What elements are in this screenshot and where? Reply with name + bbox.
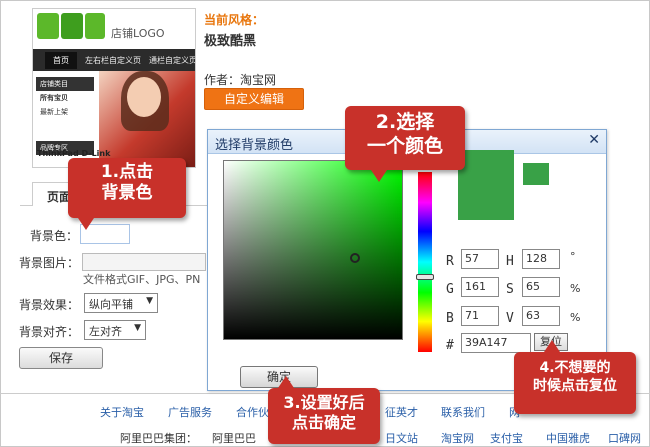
callout-tail [544, 340, 560, 352]
footer-link[interactable]: 淘宝网 [441, 430, 474, 446]
footer-link[interactable]: 关于淘宝 [100, 404, 144, 420]
current-style-label: 当前风格： [204, 13, 265, 27]
callout-4-line-2: 时候点击复位 [533, 377, 617, 394]
v-label: V [506, 311, 514, 326]
h-label: H [506, 254, 514, 269]
callout-tail [371, 170, 387, 182]
saturation-value-area[interactable] [223, 160, 403, 340]
preview-nav-item: 通栏自定义页 [149, 55, 196, 65]
preview-model-photo [99, 71, 195, 167]
preview-sidebar-header: 店铺类目 [36, 77, 94, 91]
footer-link[interactable]: 阿里巴巴 [212, 430, 256, 446]
preview-nav: 首页 左右栏自定义页 通栏自定义页 [33, 49, 196, 71]
save-button[interactable]: 保存 [19, 347, 103, 369]
hex-input[interactable]: 39A147 [461, 333, 531, 353]
s-label: S [506, 282, 514, 297]
callout-2-line-2: 一个颜色 [366, 134, 443, 157]
bg-effect-value: 纵向平铺 [89, 298, 133, 311]
footer-link[interactable]: 中国雅虎 [546, 430, 590, 446]
theme-preview-thumbnail: 店铺LOGO 首页 左右栏自定义页 通栏自定义页 店铺类目 所有宝贝 最新上架 … [32, 8, 196, 168]
bg-effect-label: 背景效果： [19, 298, 80, 312]
footer-group-label: 阿里巴巴集团： [120, 432, 197, 445]
bg-align-label: 背景对齐： [19, 325, 80, 339]
footer-link[interactable]: 支付宝 [490, 430, 523, 446]
callout-step-1: 1.点击 背景色 [68, 158, 186, 230]
callout-2-line-1: 2.选择 [375, 111, 435, 133]
hue-slider-handle[interactable] [416, 274, 434, 280]
footer-link[interactable]: 口碑网 [608, 430, 641, 446]
callout-step-2: 2.选择 一个颜色 [345, 106, 465, 182]
preview-sidebar-item: 最新上架 [40, 108, 68, 116]
footer-link[interactable]: 合作伙 [236, 404, 269, 420]
callout-3-line-1: 3.设置好后 [283, 393, 365, 412]
file-format-note: 文件格式GIF、JPG、PN [83, 273, 201, 286]
bg-image-label: 背景图片： [19, 256, 80, 270]
callout-step-4: 4.不想要的 时候点击复位 [514, 340, 636, 414]
hue-slider[interactable] [418, 172, 432, 352]
bg-align-select[interactable]: 左对齐 ▼ [84, 320, 146, 340]
store-logo: 店铺LOGO [35, 11, 165, 45]
theme-author: 作者：淘宝网 [204, 73, 277, 87]
h-input[interactable]: 128 [522, 249, 560, 269]
callout-tail [278, 376, 294, 388]
dialog-title: 选择背景颜色 [215, 138, 294, 153]
new-color-preview [458, 150, 514, 220]
b-input[interactable]: 71 [461, 306, 499, 326]
h-unit: ° [570, 250, 576, 263]
v-unit: % [570, 311, 581, 324]
g-input[interactable]: 161 [461, 277, 499, 297]
preview-nav-home: 首页 [45, 51, 77, 69]
current-style-name: 极致酷黑 [204, 34, 257, 49]
logo-text: 店铺LOGO [111, 27, 165, 40]
b-label: B [446, 311, 454, 326]
v-input[interactable]: 63 [522, 306, 560, 326]
preview-nav-item: 左右栏自定义页 [85, 55, 141, 65]
preview-sidebar-item: 所有宝贝 [40, 94, 68, 102]
chevron-down-icon: ▼ [134, 323, 141, 333]
callout-tail [78, 218, 94, 230]
bg-effect-select[interactable]: 纵向平铺 ▼ [84, 293, 158, 313]
s-unit: % [570, 282, 581, 295]
chevron-down-icon: ▼ [146, 296, 153, 306]
g-label: G [446, 282, 454, 297]
color-marker[interactable] [350, 253, 360, 263]
bg-color-label: 背景色： [30, 229, 79, 243]
footer-link[interactable]: 广告服务 [168, 404, 212, 420]
old-color-preview [523, 163, 549, 185]
r-label: R [446, 254, 454, 269]
callout-1-line-2: 背景色 [101, 183, 153, 204]
bg-image-input[interactable] [82, 253, 206, 271]
r-input[interactable]: 57 [461, 249, 499, 269]
customize-edit-button[interactable]: 自定义编辑 [204, 88, 304, 110]
callout-3-line-2: 点击确定 [291, 413, 356, 432]
footer-link[interactable]: 日文站 [385, 430, 418, 446]
footer-link[interactable]: 联系我们 [441, 404, 485, 420]
preview-brand-logos: ThinkPad D-Link [37, 149, 111, 158]
callout-step-3: 3.设置好后 点击确定 [268, 376, 380, 444]
close-icon[interactable]: ✕ [588, 132, 600, 148]
bg-align-value: 左对齐 [89, 325, 122, 338]
callout-4-line-1: 4.不想要的 [539, 360, 611, 376]
footer-link[interactable]: 征英才 [385, 404, 418, 420]
s-input[interactable]: 65 [522, 277, 560, 297]
hex-label: # [446, 338, 454, 353]
callout-1-line-1: 1.点击 [100, 162, 154, 182]
